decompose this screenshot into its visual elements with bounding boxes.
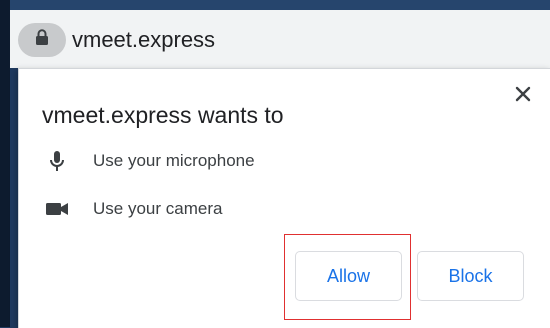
lock-icon	[35, 29, 49, 51]
permission-row-microphone: Use your microphone	[41, 147, 441, 175]
allow-button[interactable]: Allow	[295, 251, 402, 301]
site-info-button[interactable]	[18, 23, 66, 57]
window-edge	[0, 0, 10, 327]
window-background	[0, 0, 550, 10]
permission-label-camera: Use your camera	[93, 199, 223, 218]
close-button[interactable]	[508, 81, 538, 111]
permission-row-camera: Use your camera	[41, 195, 441, 223]
permission-dialog: vmeet.express wants to Use your micropho…	[18, 68, 550, 328]
close-icon	[515, 86, 531, 107]
camera-icon	[41, 195, 73, 223]
address-bar: vmeet.express	[10, 10, 550, 68]
url-text[interactable]: vmeet.express	[72, 29, 215, 51]
microphone-icon	[41, 147, 73, 175]
dialog-title: vmeet.express wants to	[42, 102, 284, 128]
permission-label-microphone: Use your microphone	[93, 151, 255, 170]
block-button[interactable]: Block	[417, 251, 524, 301]
